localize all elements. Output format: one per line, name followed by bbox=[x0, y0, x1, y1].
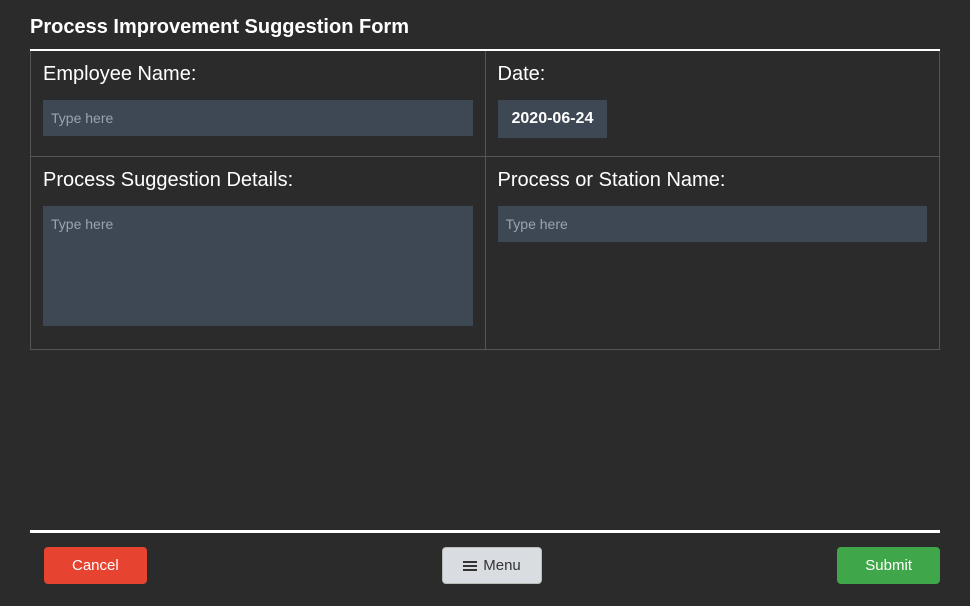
date-value[interactable]: 2020-06-24 bbox=[498, 100, 608, 138]
employee-name-label: Employee Name: bbox=[43, 63, 473, 86]
cancel-button[interactable]: Cancel bbox=[44, 547, 147, 584]
date-cell: Date: 2020-06-24 bbox=[486, 51, 941, 157]
menu-button-label: Menu bbox=[483, 557, 521, 574]
submit-button[interactable]: Submit bbox=[837, 547, 940, 584]
details-cell: Process Suggestion Details: bbox=[31, 157, 486, 350]
process-name-input[interactable] bbox=[498, 206, 928, 242]
employee-name-input[interactable] bbox=[43, 100, 473, 136]
employee-name-cell: Employee Name: bbox=[31, 51, 486, 157]
date-label: Date: bbox=[498, 63, 928, 86]
details-label: Process Suggestion Details: bbox=[43, 169, 473, 192]
form-grid: Employee Name: Date: 2020-06-24 Process … bbox=[30, 51, 940, 350]
hamburger-icon bbox=[463, 561, 477, 571]
process-name-label: Process or Station Name: bbox=[498, 169, 928, 192]
menu-button[interactable]: Menu bbox=[442, 547, 542, 584]
details-input[interactable] bbox=[43, 206, 473, 326]
footer: Cancel Menu Submit bbox=[30, 533, 940, 606]
process-name-cell: Process or Station Name: bbox=[486, 157, 941, 350]
page-title: Process Improvement Suggestion Form bbox=[30, 0, 940, 49]
spacer bbox=[30, 350, 940, 530]
